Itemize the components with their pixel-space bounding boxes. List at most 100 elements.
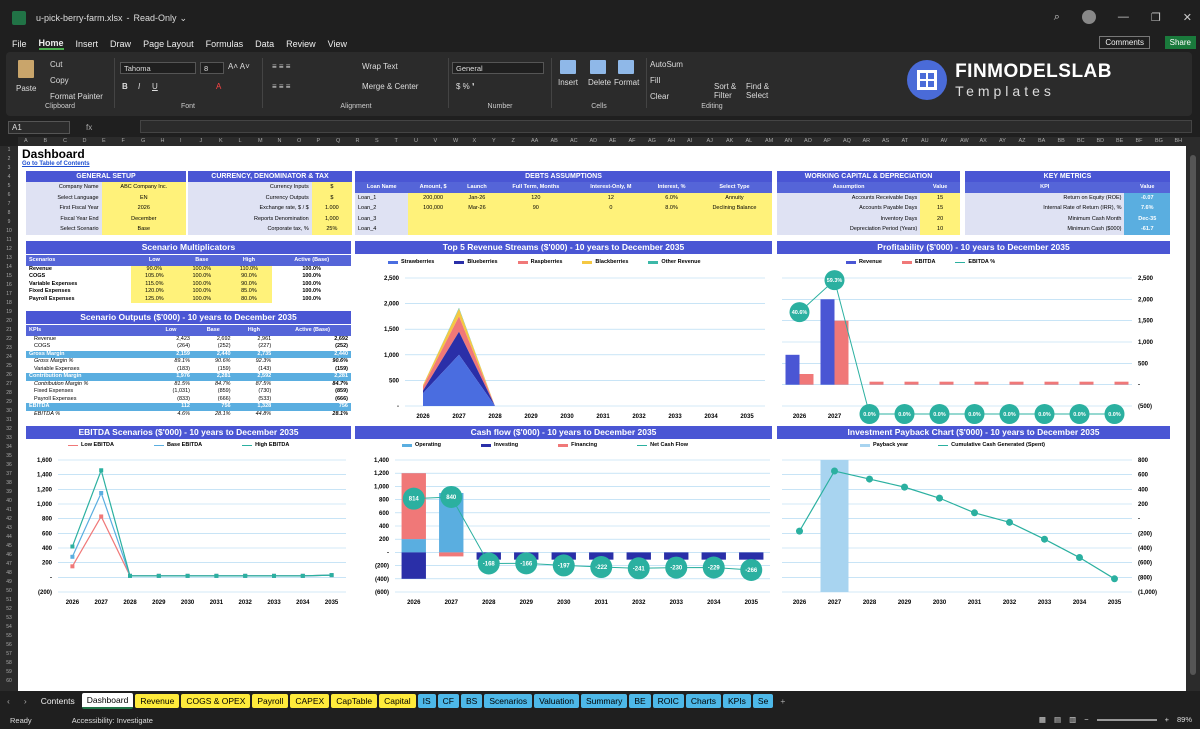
row-header[interactable]: 44 [0, 533, 18, 542]
row-header[interactable]: 42 [0, 515, 18, 524]
minimize-icon[interactable]: — [1118, 11, 1129, 23]
align-left-icon[interactable]: ≡ ≡ ≡ [272, 82, 290, 91]
sheet-tab[interactable]: Capital [379, 694, 416, 708]
delete-cells-icon[interactable] [590, 60, 606, 74]
sheet-tab[interactable]: IS [417, 694, 436, 708]
column-header[interactable]: AE [609, 138, 616, 144]
search-icon[interactable]: ⌕ [1054, 11, 1060, 24]
row-header[interactable]: 60 [0, 677, 18, 686]
italic-icon[interactable]: I [138, 82, 140, 91]
tab-data[interactable]: Data [255, 39, 274, 49]
column-header[interactable]: AD [590, 138, 598, 144]
column-header[interactable]: V [434, 138, 438, 144]
column-header[interactable]: AR [863, 138, 871, 144]
column-header[interactable]: AW [960, 138, 969, 144]
row-header[interactable]: 56 [0, 641, 18, 650]
row-header[interactable]: 4 [0, 173, 18, 182]
paste-button[interactable]: Paste [16, 84, 36, 93]
zoom-out-icon[interactable]: − [1084, 715, 1088, 724]
column-header[interactable]: AF [629, 138, 636, 144]
column-header[interactable]: BG [1155, 138, 1163, 144]
currency-icon[interactable]: $ % ❜ [456, 82, 475, 91]
toc-link[interactable]: Go to Table of Contents [22, 161, 90, 167]
row-header[interactable]: 26 [0, 371, 18, 380]
sheet-tab[interactable]: Scenarios [484, 694, 533, 708]
column-header[interactable]: AY [999, 138, 1006, 144]
vertical-scrollbar[interactable] [1186, 137, 1200, 691]
column-header[interactable]: O [297, 138, 301, 144]
sheet-tab[interactable]: Payroll [252, 694, 289, 708]
paste-icon[interactable] [18, 60, 34, 78]
column-header[interactable]: N [278, 138, 282, 144]
column-header[interactable]: W [453, 138, 458, 144]
sheet-tab[interactable]: Valuation [534, 694, 579, 708]
restore-icon[interactable]: ❐ [1151, 11, 1161, 24]
column-header[interactable]: AK [726, 138, 733, 144]
row-header[interactable]: 47 [0, 560, 18, 569]
page-layout-icon[interactable]: ▤ [1054, 715, 1061, 724]
row-header[interactable]: 19 [0, 308, 18, 317]
row-header[interactable]: 45 [0, 542, 18, 551]
row-header[interactable]: 43 [0, 524, 18, 533]
row-header[interactable]: 36 [0, 461, 18, 470]
column-header[interactable]: Z [512, 138, 515, 144]
next-sheet-icon[interactable]: › [24, 696, 27, 706]
column-header[interactable]: Y [492, 138, 496, 144]
font-color-icon[interactable]: A [216, 82, 221, 91]
row-header[interactable]: 38 [0, 479, 18, 488]
column-header[interactable]: S [375, 138, 379, 144]
row-header[interactable]: 28 [0, 389, 18, 398]
sheet-tab[interactable]: Revenue [135, 694, 180, 708]
bold-icon[interactable]: B [122, 82, 128, 91]
tab-file[interactable]: File [12, 39, 27, 49]
row-header[interactable]: 54 [0, 623, 18, 632]
format-painter-button[interactable]: Format Painter [50, 92, 103, 101]
row-header[interactable]: 57 [0, 650, 18, 659]
page-break-icon[interactable]: ▥ [1069, 715, 1076, 724]
row-header[interactable]: 12 [0, 245, 18, 254]
underline-icon[interactable]: U [152, 82, 158, 91]
column-header[interactable]: R [356, 138, 360, 144]
column-header[interactable]: L [239, 138, 242, 144]
column-header[interactable]: M [258, 138, 263, 144]
column-header[interactable]: BB [1058, 138, 1065, 144]
row-header[interactable]: 15 [0, 272, 18, 281]
row-header[interactable]: 40 [0, 497, 18, 506]
comments-button[interactable]: Comments [1099, 36, 1150, 49]
insert-cells-icon[interactable] [560, 60, 576, 74]
row-header[interactable]: 6 [0, 191, 18, 200]
worksheet[interactable]: Dashboard Go to Table of Contents GENERA… [18, 146, 1186, 691]
column-header[interactable]: X [473, 138, 477, 144]
column-header[interactable]: U [414, 138, 418, 144]
column-header[interactable]: H [161, 138, 165, 144]
row-header[interactable]: 41 [0, 506, 18, 515]
column-header[interactable]: AC [570, 138, 578, 144]
row-header[interactable]: 50 [0, 587, 18, 596]
row-header[interactable]: 59 [0, 668, 18, 677]
column-header[interactable]: AP [824, 138, 831, 144]
row-header[interactable]: 34 [0, 443, 18, 452]
row-header[interactable]: 25 [0, 362, 18, 371]
sheet-tab[interactable]: Dashboard [81, 693, 134, 709]
column-header[interactable]: K [219, 138, 223, 144]
zoom-level[interactable]: 89% [1177, 715, 1192, 724]
row-header[interactable]: 48 [0, 569, 18, 578]
column-header[interactable]: AO [804, 138, 812, 144]
column-header[interactable]: BC [1077, 138, 1085, 144]
column-header[interactable]: D [83, 138, 87, 144]
sheet-tab[interactable]: ROIC [652, 694, 684, 708]
find-select-button[interactable]: Find & Select [746, 82, 774, 100]
sheet-tab[interactable]: BE [629, 694, 651, 708]
grow-font-icon[interactable]: A˄ A˅ [228, 62, 250, 71]
column-header[interactable]: AJ [707, 138, 713, 144]
column-header[interactable]: AA [531, 138, 538, 144]
add-sheet-icon[interactable]: + [780, 696, 785, 706]
row-header[interactable]: 53 [0, 614, 18, 623]
column-header[interactable]: G [141, 138, 145, 144]
sheet-tab[interactable]: Charts [685, 694, 721, 708]
zoom-in-icon[interactable]: + [1165, 715, 1169, 724]
column-header[interactable]: AH [668, 138, 676, 144]
row-header[interactable]: 35 [0, 452, 18, 461]
sheet-tab[interactable]: KPIs [722, 694, 751, 708]
merge-center-button[interactable]: Merge & Center [362, 82, 418, 91]
